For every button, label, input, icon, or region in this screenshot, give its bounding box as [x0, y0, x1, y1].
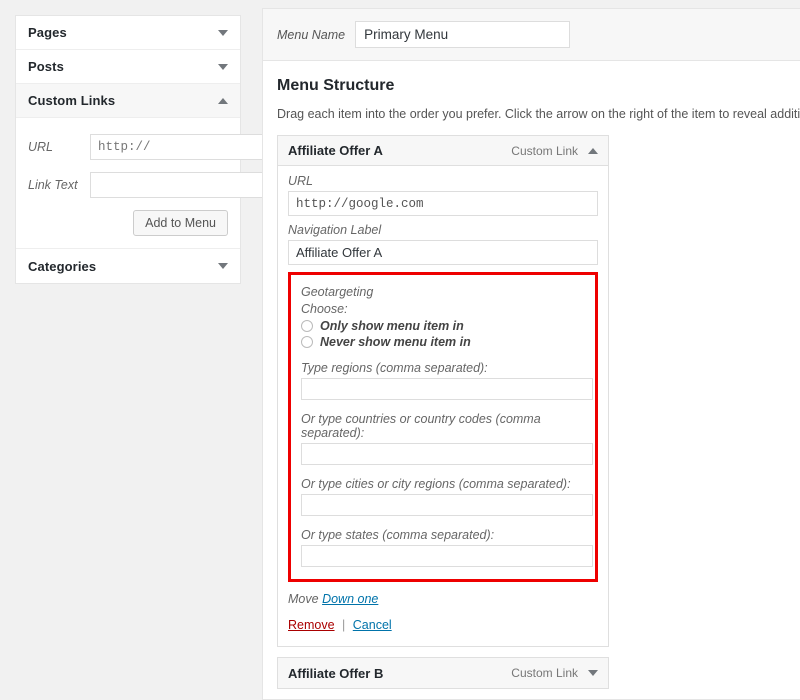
- custom-links-panel-body: URL Link Text Add to Menu: [16, 118, 240, 249]
- menu-structure-heading: Menu Structure: [277, 77, 800, 95]
- radio-unselected-icon[interactable]: [301, 336, 313, 348]
- menu-structure-section: Menu Structure Drag each item into the o…: [263, 61, 800, 689]
- custom-link-button-row: Add to Menu: [28, 210, 228, 236]
- menu-item-url-label: URL: [288, 174, 598, 188]
- menu-item-type: Custom Link: [511, 666, 578, 680]
- menu-editor-panel: Menu Name Menu Structure Drag each item …: [262, 8, 800, 700]
- geotargeting-regions-input[interactable]: [301, 378, 593, 400]
- geotargeting-regions-field: Type regions (comma separated):: [301, 361, 585, 400]
- sidebar-panel-pages[interactable]: Pages: [16, 16, 240, 50]
- geotargeting-countries-label: Or type countries or country codes (comm…: [301, 412, 585, 440]
- sidebar-panel-posts-title: Posts: [28, 59, 218, 74]
- menu-item-affiliate-offer-b[interactable]: Affiliate Offer B Custom Link: [277, 657, 609, 689]
- geotargeting-states-label: Or type states (comma separated):: [301, 528, 585, 542]
- geotargeting-option-never-show[interactable]: Never show menu item in: [301, 335, 585, 349]
- menu-name-bar: Menu Name: [263, 9, 800, 61]
- geotargeting-cities-field: Or type cities or city regions (comma se…: [301, 477, 585, 516]
- add-menu-items-sidebar: Pages Posts Custom Links URL Link Text A…: [15, 15, 241, 284]
- sidebar-panel-pages-title: Pages: [28, 25, 218, 40]
- menu-name-label: Menu Name: [277, 28, 345, 42]
- sidebar-panel-custom-links-title: Custom Links: [28, 93, 218, 108]
- geotargeting-states-input[interactable]: [301, 545, 593, 567]
- chevron-down-icon[interactable]: [588, 670, 598, 676]
- menu-item-remove-link[interactable]: Remove: [288, 618, 335, 632]
- menu-item-header[interactable]: Affiliate Offer A Custom Link: [278, 136, 608, 166]
- sidebar-panel-categories[interactable]: Categories: [16, 249, 240, 283]
- menu-item-navlabel-input[interactable]: [288, 240, 598, 265]
- custom-link-url-input[interactable]: [90, 134, 273, 160]
- geotargeting-option-only-show[interactable]: Only show menu item in: [301, 319, 585, 333]
- chevron-up-icon[interactable]: [588, 148, 598, 154]
- menu-item-url-input[interactable]: [288, 191, 598, 216]
- menu-item-url-field: URL: [288, 174, 598, 216]
- menu-item-move-label: Move: [288, 592, 319, 606]
- radio-unselected-icon[interactable]: [301, 320, 313, 332]
- menu-item-type: Custom Link: [511, 144, 578, 158]
- custom-link-url-label: URL: [28, 140, 90, 154]
- chevron-down-icon[interactable]: [218, 30, 228, 36]
- geotargeting-section: Geotargeting Choose: Only show menu item…: [288, 272, 598, 582]
- custom-link-text-label: Link Text: [28, 178, 90, 192]
- menu-item-navlabel-label: Navigation Label: [288, 223, 598, 237]
- geotargeting-countries-input[interactable]: [301, 443, 593, 465]
- chevron-down-icon[interactable]: [218, 64, 228, 70]
- custom-link-text-row: Link Text: [28, 172, 228, 198]
- geotargeting-regions-label: Type regions (comma separated):: [301, 361, 585, 375]
- menu-item-title: Affiliate Offer A: [288, 143, 511, 158]
- menu-item-header[interactable]: Affiliate Offer B Custom Link: [278, 658, 608, 688]
- add-to-menu-button[interactable]: Add to Menu: [133, 210, 228, 236]
- chevron-up-icon[interactable]: [218, 98, 228, 104]
- geotargeting-choose-label: Choose:: [301, 302, 585, 316]
- menu-item-title: Affiliate Offer B: [288, 666, 511, 681]
- geotargeting-option-only-show-label[interactable]: Only show menu item in: [320, 319, 464, 333]
- menu-item-actions-row: Remove | Cancel: [288, 618, 598, 636]
- menu-name-input[interactable]: [355, 21, 570, 48]
- menu-item-move-down-link[interactable]: Down one: [322, 592, 378, 606]
- sidebar-panel-posts[interactable]: Posts: [16, 50, 240, 84]
- chevron-down-icon[interactable]: [218, 263, 228, 269]
- menu-item-move-row: Move Down one: [288, 592, 598, 606]
- menu-item-cancel-link[interactable]: Cancel: [353, 618, 392, 632]
- actions-separator: |: [342, 618, 345, 632]
- geotargeting-countries-field: Or type countries or country codes (comm…: [301, 412, 585, 465]
- sidebar-panel-custom-links[interactable]: Custom Links: [16, 84, 240, 118]
- sidebar-panel-categories-title: Categories: [28, 259, 218, 274]
- menu-item-body: URL Navigation Label Geotargeting Choose…: [278, 166, 608, 646]
- geotargeting-states-field: Or type states (comma separated):: [301, 528, 585, 567]
- menu-item-navlabel-field: Navigation Label: [288, 223, 598, 265]
- menu-item-affiliate-offer-a[interactable]: Affiliate Offer A Custom Link URL Naviga…: [277, 135, 609, 647]
- custom-link-text-input[interactable]: [90, 172, 282, 198]
- geotargeting-cities-input[interactable]: [301, 494, 593, 516]
- custom-link-url-row: URL: [28, 134, 228, 160]
- menu-structure-description: Drag each item into the order you prefer…: [277, 107, 800, 121]
- geotargeting-title: Geotargeting: [301, 285, 585, 299]
- geotargeting-option-never-show-label[interactable]: Never show menu item in: [320, 335, 471, 349]
- geotargeting-cities-label: Or type cities or city regions (comma se…: [301, 477, 585, 491]
